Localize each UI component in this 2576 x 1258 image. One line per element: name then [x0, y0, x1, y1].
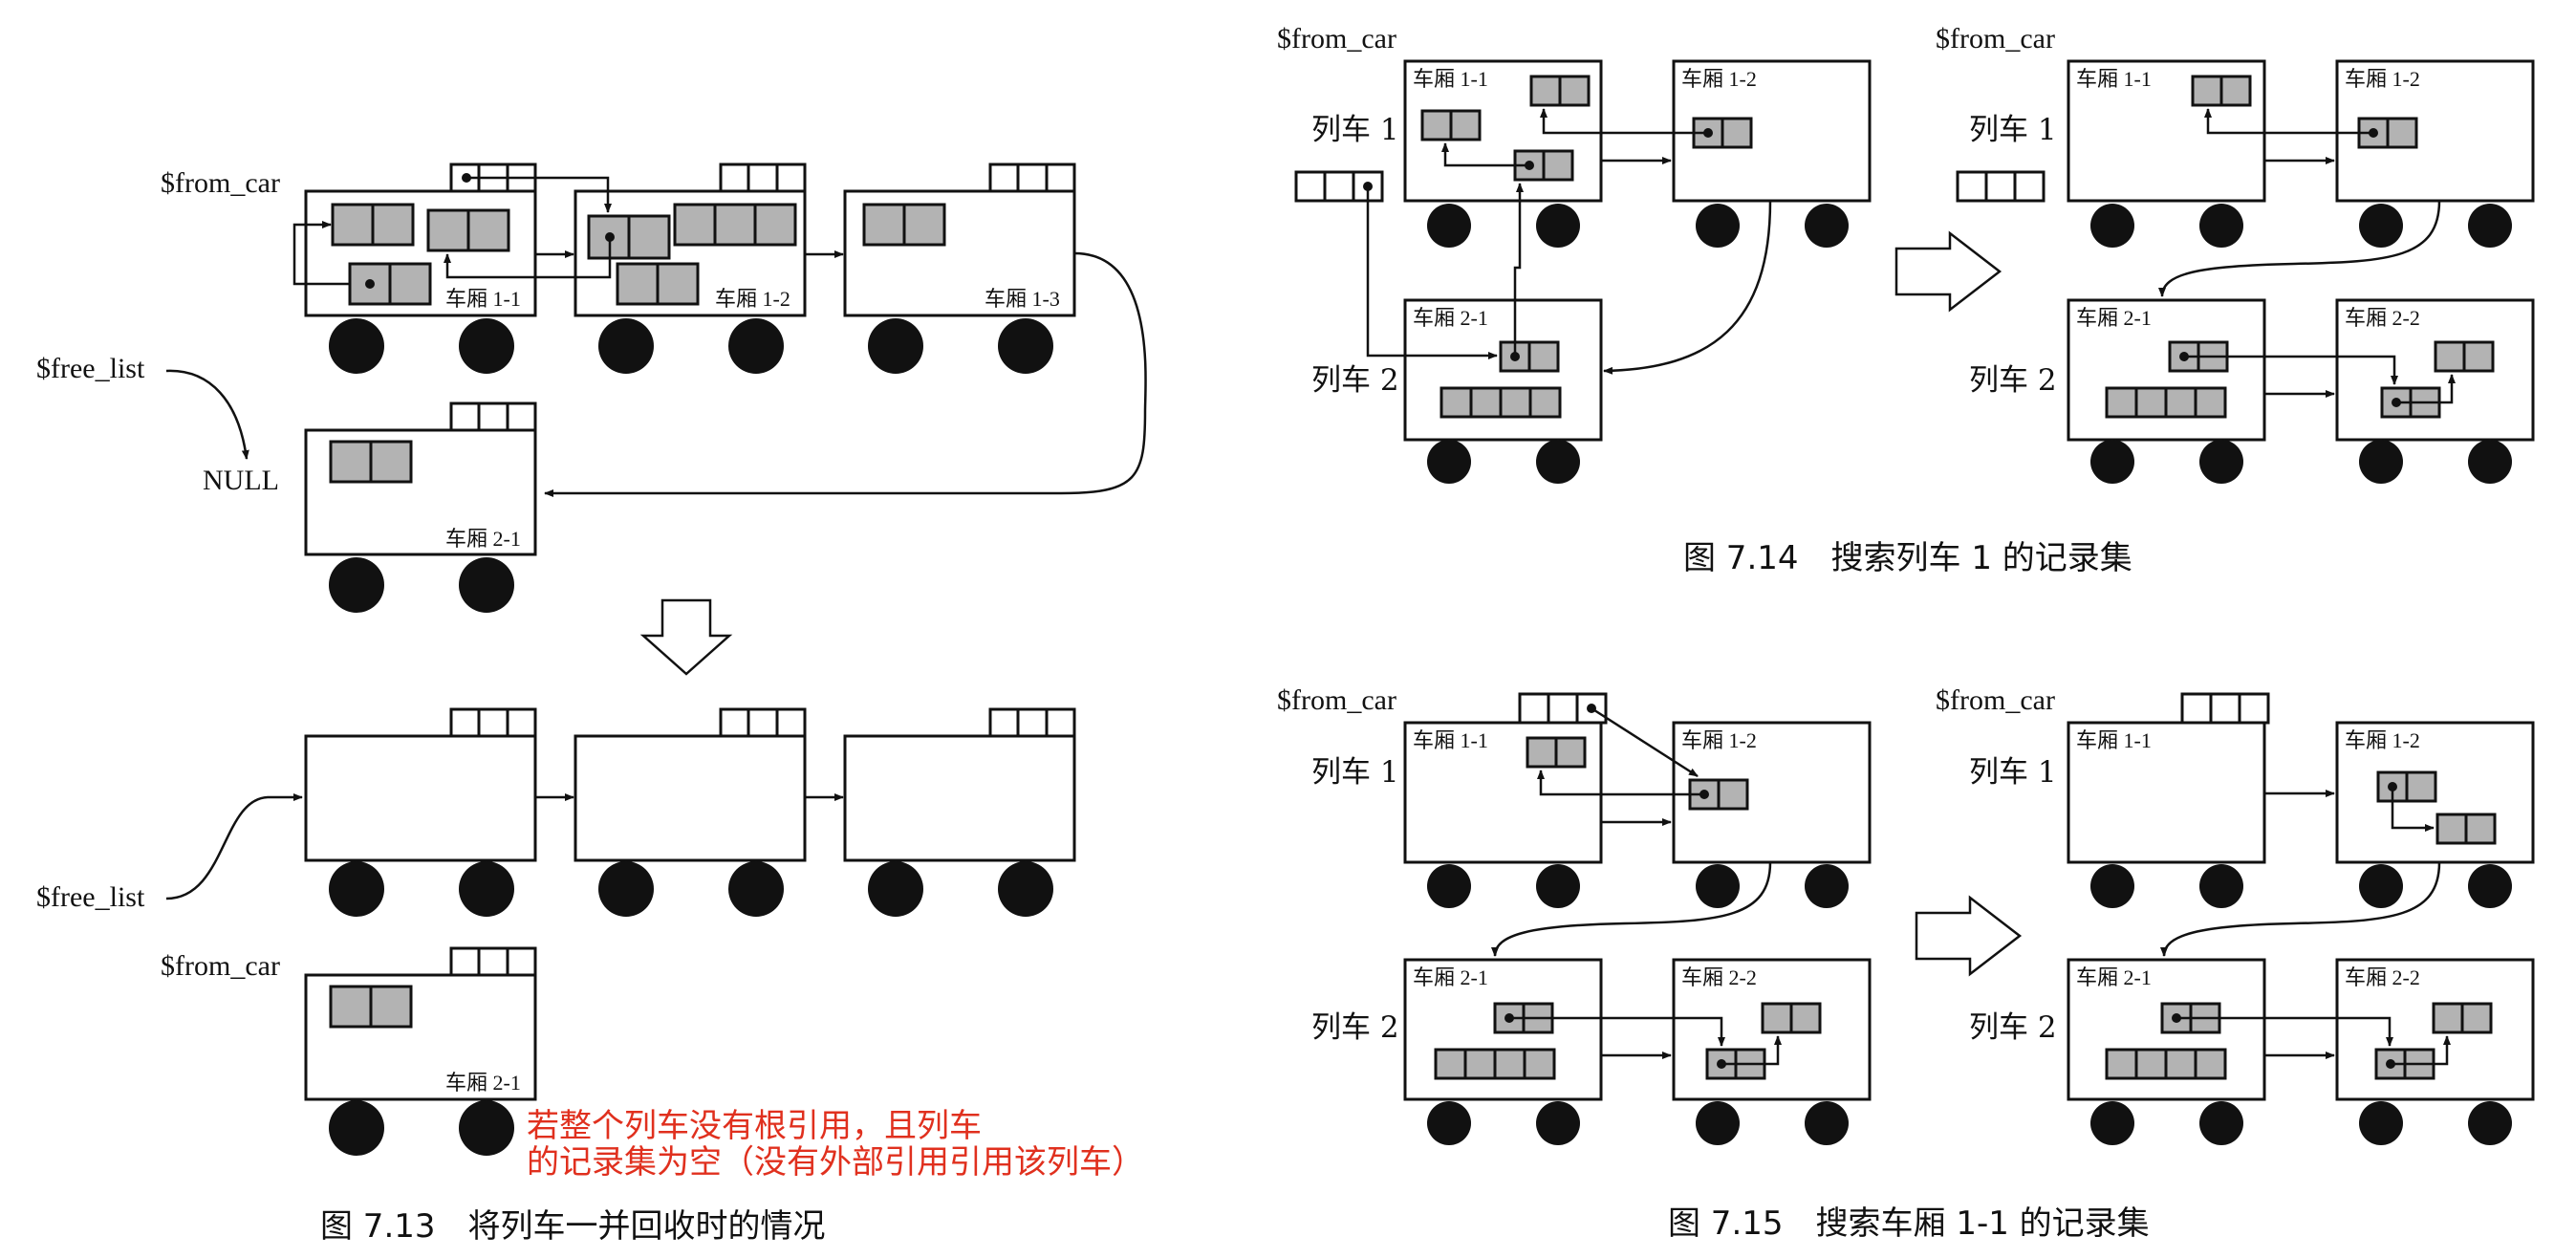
car-label: 车厢 1-3	[985, 287, 1060, 311]
car-label: 车厢 1-2	[2345, 728, 2420, 752]
figure-7-13: 车厢 1-1 车厢 1-2 车厢 1-3 车厢 2-1 $from_car $f…	[36, 163, 1147, 1246]
train-1-remembered-set	[1956, 170, 2046, 203]
train-2-label: 列车 2	[1311, 1010, 1399, 1045]
car-2-1: 车厢 2-1	[2067, 958, 2266, 1145]
freed-car-a	[304, 707, 537, 917]
car-label: 车厢 2-1	[1413, 306, 1488, 330]
car-label: 车厢 2-1	[445, 1071, 521, 1095]
car-1-2: 车厢 1-2	[2335, 721, 2535, 908]
caption-7-14: 图 7.14 搜索列车 1 的记录集	[1683, 539, 2132, 577]
free-list-label: $free_list	[36, 353, 145, 384]
car-1-2: 车厢 1-2	[2335, 59, 2535, 248]
car-1-2: 车厢 1-2	[1672, 721, 1872, 908]
car-1-2: 车厢 1-2	[1672, 59, 1872, 248]
fig14-right-state: $from_car 列车 1 列车 2 车厢 1-1 车厢 1-2 车厢 2-1…	[1936, 23, 2535, 484]
from-car-label: $from_car	[1277, 684, 1396, 716]
transition-arrow-right	[1915, 895, 2023, 977]
transition-arrow-right	[1894, 230, 2002, 313]
note-line-1: 若整个列车没有根引用，且列车	[527, 1107, 982, 1145]
car-2-2: 车厢 2-2	[1672, 958, 1872, 1145]
car-label: 车厢 2-2	[2345, 306, 2420, 330]
train-1-label: 列车 1	[1311, 113, 1399, 147]
car-2-1: 车厢 2-1	[2067, 298, 2266, 484]
from-car-label: $from_car	[161, 167, 280, 199]
figure-7-14: $from_car 列车 1 列车 2 车厢 1-1 车厢 1-2 车厢 2-1…	[1277, 23, 2535, 577]
car-1-3: 车厢 1-3	[843, 163, 1076, 374]
train-1-label: 列车 1	[1311, 755, 1399, 790]
car-label: 车厢 2-1	[2076, 306, 2152, 330]
car-1-1: 车厢 1-1	[304, 163, 537, 374]
transition-arrow-down	[639, 598, 733, 676]
car-label: 车厢 1-2	[2345, 67, 2420, 91]
car-label: 车厢 2-1	[445, 527, 521, 551]
fig14-left-state: $from_car 列车 1 列车 2 车厢 1-1 车厢 1-2 车厢 2-1	[1277, 23, 1872, 484]
car-label: 车厢 1-1	[1413, 728, 1488, 752]
figure-7-15: $from_car 列车 1 列车 2 车厢 1-1 车厢 1-2 车厢 2-1…	[1277, 684, 2535, 1243]
freed-car-c	[843, 707, 1076, 917]
car-2-1: 车厢 2-1	[1403, 958, 1603, 1145]
car-label: 车厢 2-1	[2076, 965, 2152, 989]
car-label: 车厢 2-1	[1413, 965, 1488, 989]
car-label: 车厢 1-2	[1681, 67, 1757, 91]
free-list-label-after: $free_list	[36, 881, 145, 913]
from-car-label: $from_car	[1277, 23, 1396, 54]
freed-car-b	[574, 707, 807, 917]
from-car-label: $from_car	[1936, 23, 2055, 54]
train-1-before: 车厢 1-1 车厢 1-2 车厢 1-3	[304, 163, 1076, 374]
train-2-label: 列车 2	[1969, 1010, 2057, 1045]
car-1-1: 车厢 1-1	[2067, 59, 2266, 248]
fig15-right-state: $from_car 列车 1 列车 2 车厢 1-1 车厢 1-2 车厢 2-1…	[1936, 684, 2535, 1145]
car-label: 车厢 1-2	[715, 287, 790, 311]
car-label: 车厢 1-1	[2076, 728, 2152, 752]
car-label: 车厢 1-1	[1413, 67, 1488, 91]
car-1-1: 车厢 1-1	[1403, 692, 1608, 908]
car-1-1: 车厢 1-1	[2067, 692, 2270, 908]
car-2-1-after: 车厢 2-1	[304, 946, 537, 1156]
car-2-2: 车厢 2-2	[2335, 958, 2535, 1145]
train-1-label: 列车 1	[1969, 113, 2057, 147]
diagram-canvas: 车厢 1-1 车厢 1-2 车厢 1-3 车厢 2-1 $from_car $f…	[36, 23, 2535, 1246]
from-car-label-after: $from_car	[161, 950, 280, 982]
train-1-remembered-set	[1294, 170, 1384, 203]
null-label: NULL	[203, 465, 279, 496]
caption-7-15: 图 7.15 搜索车厢 1-1 的记录集	[1668, 1204, 2150, 1243]
car-2-1-before: 车厢 2-1	[304, 401, 537, 613]
from-car-label: $from_car	[1936, 684, 2055, 716]
car-label: 车厢 1-1	[445, 287, 521, 311]
fig15-left-state: $from_car 列车 1 列车 2 车厢 1-1 车厢 1-2 车厢 2-1…	[1277, 684, 1872, 1145]
car-1-1: 车厢 1-1	[1403, 59, 1603, 248]
note-line-2: 的记录集为空（没有外部引用引用该列车）	[527, 1143, 1144, 1182]
train-2-label: 列车 2	[1969, 363, 2057, 398]
car-2-1: 车厢 2-1	[1403, 298, 1603, 484]
car-label: 车厢 1-1	[2076, 67, 2152, 91]
free-list-after	[165, 707, 1076, 917]
car-2-2: 车厢 2-2	[2335, 298, 2535, 484]
train-2-label: 列车 2	[1311, 363, 1399, 398]
car-label: 车厢 2-2	[2345, 965, 2420, 989]
train-1-label: 列车 1	[1969, 755, 2057, 790]
caption-7-13: 图 7.13 将列车一并回收时的情况	[320, 1207, 826, 1246]
car-label: 车厢 2-2	[1681, 965, 1757, 989]
car-label: 车厢 1-2	[1681, 728, 1757, 752]
